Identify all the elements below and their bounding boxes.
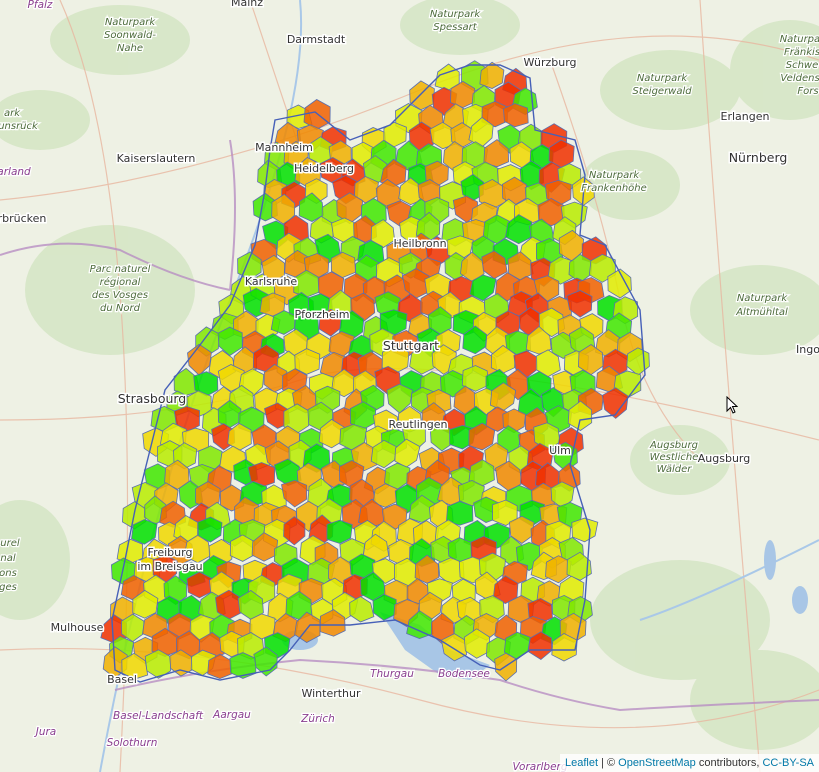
admin-label-4: Basel-Landschaft: [113, 710, 204, 722]
openstreetmap-link[interactable]: OpenStreetMap: [618, 757, 696, 769]
region-label-22: Augsburg: [649, 440, 698, 451]
city-label-0: Mainz: [231, 0, 263, 9]
region-label-0: Naturpark: [105, 17, 157, 28]
map-attribution: Leaflet | © OpenStreetMap contributors, …: [559, 754, 819, 772]
admin-label-3: Bodensee: [438, 668, 490, 680]
region-label-23: Westliche: [650, 452, 699, 463]
region-label-14: ark: [4, 108, 21, 119]
region-label-6: Steigerwald: [632, 86, 692, 97]
region-label-9: Schwe: [786, 60, 819, 71]
city-label-6: Heidelberg: [294, 162, 354, 175]
city-label-17: Augsburg: [698, 452, 750, 465]
admin-label-0: Pfalz: [28, 0, 53, 11]
region-label-3: Naturpark: [430, 9, 482, 20]
admin-label-7: Jura: [34, 726, 57, 738]
region-label-20: Naturpark: [737, 293, 789, 304]
leaflet-link[interactable]: Leaflet: [565, 757, 598, 769]
city-label-8: rbrücken: [0, 212, 46, 225]
map-canvas[interactable]: Naturpark Soonwald- Nahe Naturpark Spessart N…: [0, 0, 819, 772]
attribution-contributors: contributors,: [695, 757, 763, 769]
city-label-19: im Breisgau: [137, 560, 202, 573]
city-label-22: Winterthur: [301, 687, 361, 700]
mouse-cursor-icon: [726, 396, 738, 414]
region-label-27: ons: [0, 568, 17, 579]
city-label-18: Freiburg: [148, 546, 193, 559]
attribution-separator: | ©: [598, 757, 619, 769]
region-label-16: Parc naturel: [90, 264, 151, 275]
region-label-11: Fors: [797, 86, 818, 97]
region-label-2: Nahe: [117, 43, 143, 54]
map-container[interactable]: Naturpark Soonwald- Nahe Naturpark Spessart N…: [0, 0, 819, 772]
region-label-17: régional: [100, 276, 141, 288]
admin-label-2: Thurgau: [370, 668, 414, 680]
admin-label-6: Zürich: [300, 713, 335, 725]
region-label-25: urel: [0, 538, 20, 549]
city-label-14: Strasbourg: [118, 391, 187, 406]
city-label-15: Reutlingen: [388, 418, 447, 431]
city-label-10: Karlsruhe: [245, 275, 298, 288]
city-label-4: Nürnberg: [729, 150, 788, 165]
city-label-5: Mannheim: [255, 141, 313, 154]
region-label-15: unsrück: [0, 121, 39, 132]
city-label-16: Ulm: [549, 444, 571, 457]
region-label-5: Naturpark: [637, 73, 689, 84]
admin-label-8: Solothurn: [107, 737, 158, 749]
city-label-13: Ingo: [796, 343, 819, 356]
region-label-12: Naturpark: [589, 170, 641, 181]
region-cell-541[interactable]: [229, 652, 257, 679]
license-link[interactable]: CC-BY-SA: [762, 757, 814, 769]
city-label-9: Heilbronn: [393, 237, 446, 250]
region-label-10: Veldenst: [780, 73, 819, 84]
city-label-3: Erlangen: [721, 110, 770, 123]
region-label-24: Wälder: [657, 464, 693, 475]
city-label-11: Pforzheim: [294, 308, 349, 321]
region-label-26: nal: [0, 553, 15, 564]
region-label-28: ges: [0, 582, 17, 593]
admin-label-1: arland: [0, 166, 31, 178]
region-label-8: Fränkis: [784, 47, 819, 58]
region-label-4: Spessart: [433, 22, 478, 33]
region-label-7: Naturpar: [780, 34, 819, 45]
region-label-13: Frankenhöhe: [581, 183, 647, 194]
region-label-18: des Vosges: [92, 290, 148, 301]
region-label-19: du Nord: [100, 303, 141, 314]
city-label-21: Basel: [107, 673, 137, 686]
city-label-7: Kaiserslautern: [117, 152, 196, 165]
city-label-20: Mulhouse: [51, 621, 104, 634]
city-label-12: Stuttgart: [383, 338, 439, 353]
city-label-1: Darmstadt: [287, 33, 346, 46]
city-label-2: Würzburg: [523, 56, 576, 69]
region-label-21: Altmühltal: [735, 307, 788, 318]
region-label-1: Soonwald-: [104, 30, 156, 41]
admin-label-5: Aargau: [212, 709, 251, 721]
